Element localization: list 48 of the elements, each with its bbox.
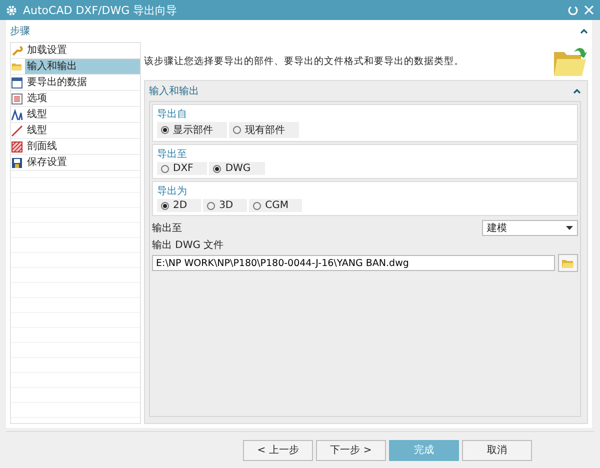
radio-option[interactable]: 现有部件 xyxy=(229,122,299,138)
gear-icon xyxy=(6,4,17,16)
folder-icon xyxy=(561,258,575,268)
file-path-field[interactable]: E:\NP WORK\NP\P180\P180-0044-J-16\YANG BAN.dwg xyxy=(152,255,555,271)
step-item[interactable]: 保存设置 xyxy=(25,155,140,170)
line-icon xyxy=(11,124,23,136)
step-item[interactable]: 线型 xyxy=(25,107,140,122)
caret-icon xyxy=(566,226,573,230)
section-title: 输入和输出 xyxy=(149,84,200,98)
radio-option[interactable]: 3D xyxy=(203,199,248,212)
step-item[interactable]: 选项 xyxy=(25,91,140,106)
group-title: 导出自 xyxy=(157,108,188,121)
step-description: 该步骤让您选择要导出的部件、要导出的文件格式和要导出的数据类型。 xyxy=(144,54,465,68)
field-label: 输出 DWG 文件 xyxy=(152,238,225,252)
radio-option[interactable]: 显示部件 xyxy=(157,122,227,138)
radio-icon[interactable] xyxy=(161,164,169,172)
radio-icon[interactable] xyxy=(233,126,241,134)
collapse-icon[interactable] xyxy=(580,28,588,34)
reset-icon[interactable] xyxy=(568,5,578,15)
dialog-button[interactable]: 下一步 > xyxy=(316,440,386,460)
radio-icon[interactable] xyxy=(213,164,222,172)
radio-option[interactable]: 2D xyxy=(157,199,202,212)
close-icon[interactable] xyxy=(584,5,594,15)
step-item[interactable]: 线型 xyxy=(25,123,140,138)
wrench-icon xyxy=(11,44,23,56)
radio-icon[interactable] xyxy=(161,202,169,210)
step-item[interactable]: 加载设置 xyxy=(25,43,140,58)
text-style-icon xyxy=(11,108,23,120)
radio-icon[interactable] xyxy=(161,126,169,134)
dialog-button[interactable]: < 上一步 xyxy=(243,440,313,460)
group-title: 导出至 xyxy=(157,148,188,161)
window-title: AutoCAD DXF/DWG 导出向导 xyxy=(23,2,178,18)
radio-option[interactable]: DXF xyxy=(157,162,208,175)
dialog-button[interactable]: 取消 xyxy=(462,440,532,460)
collapse-icon[interactable] xyxy=(573,88,581,94)
field-label: 输出至 xyxy=(152,222,182,235)
radio-icon[interactable] xyxy=(253,202,262,210)
folder-icon xyxy=(11,61,23,72)
radio-option[interactable]: DWG xyxy=(209,162,265,175)
step-item[interactable]: 输入和输出 xyxy=(25,59,140,74)
step-item[interactable]: 要导出的数据 xyxy=(25,75,140,90)
steps-heading: 步骤 xyxy=(10,24,31,38)
step-item[interactable]: 剖面线 xyxy=(25,139,140,154)
radio-option[interactable]: CGM xyxy=(249,199,302,212)
group-title: 导出为 xyxy=(157,184,188,198)
dropdown[interactable]: 建模 xyxy=(482,220,578,236)
radio-icon[interactable] xyxy=(207,202,216,210)
hatch-icon xyxy=(11,140,23,152)
